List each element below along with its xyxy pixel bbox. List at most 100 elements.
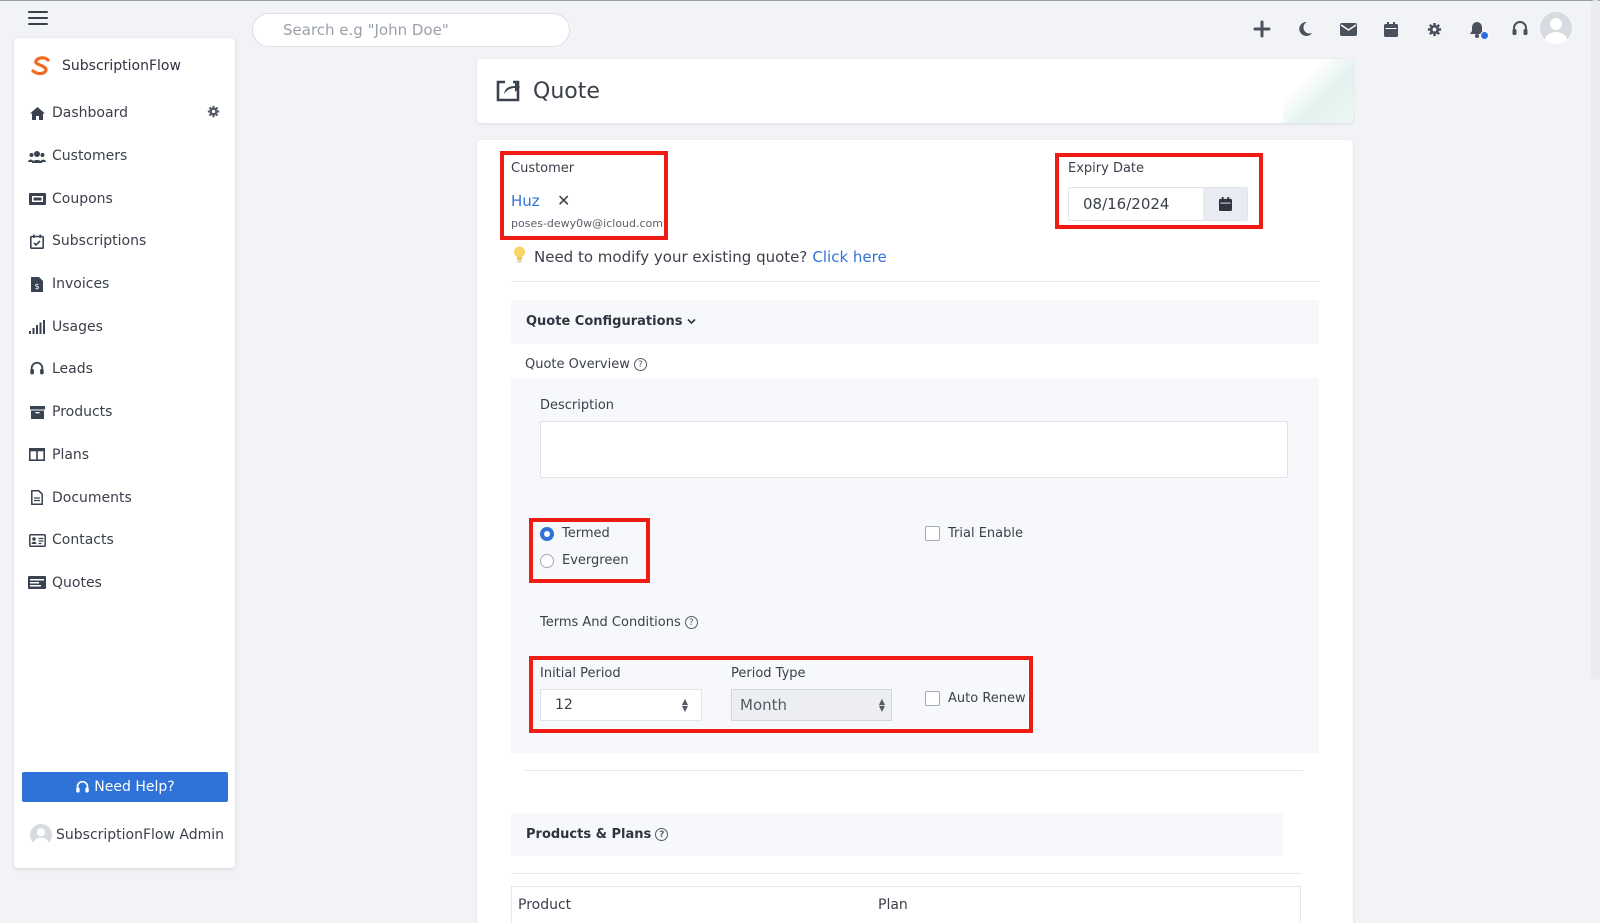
svg-text:$: $ bbox=[34, 282, 39, 291]
calendar-check-icon bbox=[28, 233, 46, 249]
period-type-label: Period Type bbox=[731, 666, 806, 681]
admin-profile[interactable]: SubscriptionFlow Admin bbox=[30, 824, 225, 849]
column-header-product: Product bbox=[518, 897, 572, 913]
terms-and-conditions-text: Terms And Conditions bbox=[540, 615, 681, 630]
users-icon bbox=[28, 148, 46, 164]
click-here-link[interactable]: Click here bbox=[812, 248, 886, 266]
sidebar-item-label: Usages bbox=[52, 318, 103, 335]
sidebar-item-label: Plans bbox=[52, 446, 90, 463]
sidebar-item-leads[interactable]: Leads bbox=[28, 348, 218, 391]
sidebar-item-documents[interactable]: Documents bbox=[28, 476, 218, 519]
number-spinner[interactable]: ▲ ▼ bbox=[679, 698, 691, 713]
sidebar-item-subscriptions[interactable]: Subscriptions bbox=[28, 220, 218, 263]
lightbulb-icon bbox=[513, 246, 526, 267]
description-label: Description bbox=[540, 398, 615, 413]
quote-configurations-section: Quote Configurations bbox=[511, 300, 1319, 344]
bell-icon[interactable] bbox=[1465, 16, 1489, 42]
quote-configurations-toggle[interactable]: Quote Configurations bbox=[526, 314, 696, 329]
expiry-label: Expiry Date bbox=[1068, 161, 1145, 176]
sidebar-item-label: Contacts bbox=[52, 532, 114, 549]
radio-termed[interactable]: Termed bbox=[540, 526, 610, 541]
customer-name-link[interactable]: Huz bbox=[511, 192, 540, 210]
sidebar-item-usages[interactable]: Usages bbox=[28, 305, 218, 348]
dashboard-settings-icon[interactable] bbox=[207, 105, 220, 122]
divider bbox=[511, 281, 1319, 282]
page-scrollbar[interactable] bbox=[1591, 0, 1600, 680]
quote-overview-label: Quote Overview ? bbox=[525, 357, 647, 372]
sidebar-item-coupons[interactable]: Coupons bbox=[28, 177, 218, 220]
hint-text: Need to modify your existing quote? bbox=[534, 247, 808, 266]
need-help-label: Need Help? bbox=[94, 779, 175, 795]
sidebar-item-products[interactable]: Products bbox=[28, 391, 218, 434]
modify-quote-hint: Need to modify your existing quote? Clic… bbox=[513, 246, 887, 267]
topbar-actions bbox=[1250, 16, 1551, 42]
sidebar-item-label: Customers bbox=[52, 148, 128, 165]
sidebar-item-label: Documents bbox=[52, 489, 132, 506]
headset-icon[interactable] bbox=[1508, 16, 1532, 42]
help-circle-icon[interactable]: ? bbox=[633, 358, 647, 371]
radio-termed-label: Termed bbox=[562, 526, 610, 541]
sidebar-item-label: Products bbox=[52, 404, 113, 421]
top-border bbox=[0, 0, 1600, 1]
checkbox[interactable] bbox=[925, 526, 940, 541]
trial-enable-label: Trial Enable bbox=[948, 526, 1023, 541]
document-icon bbox=[28, 490, 46, 506]
headset-icon bbox=[28, 361, 46, 377]
page-header: Quote bbox=[477, 59, 1353, 123]
brand-logo-icon bbox=[31, 56, 50, 76]
avatar[interactable] bbox=[1540, 12, 1572, 44]
help-circle-icon[interactable]: ? bbox=[684, 616, 698, 629]
quote-form: Customer Huz ✕ poses-dewy0w@icloud.com E… bbox=[477, 140, 1353, 923]
coupon-icon bbox=[28, 191, 46, 207]
period-type-select[interactable]: Month ▲ ▼ bbox=[731, 689, 892, 721]
sidebar-item-quotes[interactable]: Quotes bbox=[28, 562, 218, 605]
initial-period-value: 12 bbox=[555, 697, 573, 713]
calendar-icon[interactable] bbox=[1379, 16, 1403, 42]
select-arrows-icon: ▲ ▼ bbox=[878, 697, 885, 713]
headset-icon bbox=[76, 780, 90, 792]
sidebar-item-label: Subscriptions bbox=[52, 233, 147, 250]
description-textarea[interactable] bbox=[540, 421, 1288, 478]
sidebar-item-contacts[interactable]: Contacts bbox=[28, 519, 218, 562]
radio-evergreen[interactable]: Evergreen bbox=[540, 553, 629, 568]
brand[interactable]: SubscriptionFlow bbox=[30, 56, 181, 76]
products-plans-section: Products & Plans ? bbox=[511, 813, 1283, 856]
need-help-button[interactable]: Need Help? bbox=[22, 772, 228, 802]
calendar-icon[interactable] bbox=[1203, 188, 1247, 220]
quote-overview-panel: Description Termed Evergreen Trial Enabl… bbox=[511, 378, 1319, 753]
menu-icon[interactable] bbox=[28, 11, 48, 27]
sidebar-item-dashboard[interactable]: Dashboard bbox=[28, 92, 220, 135]
sidebar-item-invoices[interactable]: $ Invoices bbox=[28, 263, 218, 306]
expiry-date-input[interactable] bbox=[1069, 188, 1203, 220]
sidebar-item-customers[interactable]: Customers bbox=[28, 135, 218, 178]
sidebar-item-plans[interactable]: Plans bbox=[28, 434, 218, 477]
moon-icon[interactable] bbox=[1293, 16, 1317, 42]
quote-overview-text: Quote Overview bbox=[525, 357, 630, 372]
auto-renew-checkbox[interactable]: Auto Renew bbox=[925, 691, 1026, 706]
divider bbox=[511, 873, 1301, 874]
notification-dot bbox=[1480, 31, 1489, 40]
trial-enable-checkbox[interactable]: Trial Enable bbox=[925, 526, 1023, 541]
gear-icon[interactable] bbox=[1422, 16, 1446, 42]
sidebar-nav: Dashboard Customers Coupons Subscription… bbox=[28, 92, 220, 605]
search-input[interactable] bbox=[252, 13, 570, 47]
admin-name: SubscriptionFlow Admin bbox=[56, 827, 225, 843]
quotes-icon bbox=[28, 575, 46, 591]
invoice-icon: $ bbox=[28, 276, 46, 292]
help-circle-icon[interactable]: ? bbox=[655, 828, 669, 841]
initial-period-input[interactable]: 12 ▲ ▼ bbox=[540, 689, 702, 721]
radio-button bbox=[540, 553, 554, 568]
share-icon bbox=[496, 80, 520, 102]
period-type-value: Month bbox=[740, 696, 788, 714]
products-plans-text: Products & Plans bbox=[526, 827, 652, 842]
products-table-header: Product Plan bbox=[511, 886, 1301, 923]
checkbox[interactable] bbox=[925, 691, 940, 706]
plus-icon[interactable] bbox=[1250, 16, 1274, 42]
sidebar-item-label: Coupons bbox=[52, 190, 113, 207]
mail-icon[interactable] bbox=[1336, 16, 1360, 42]
remove-customer-icon[interactable]: ✕ bbox=[557, 191, 570, 210]
sidebar-item-label: Dashboard bbox=[52, 105, 128, 122]
customer-label: Customer bbox=[511, 161, 575, 176]
customer-email: poses-dewy0w@icloud.com bbox=[511, 217, 663, 230]
page-title: Quote bbox=[533, 78, 600, 104]
